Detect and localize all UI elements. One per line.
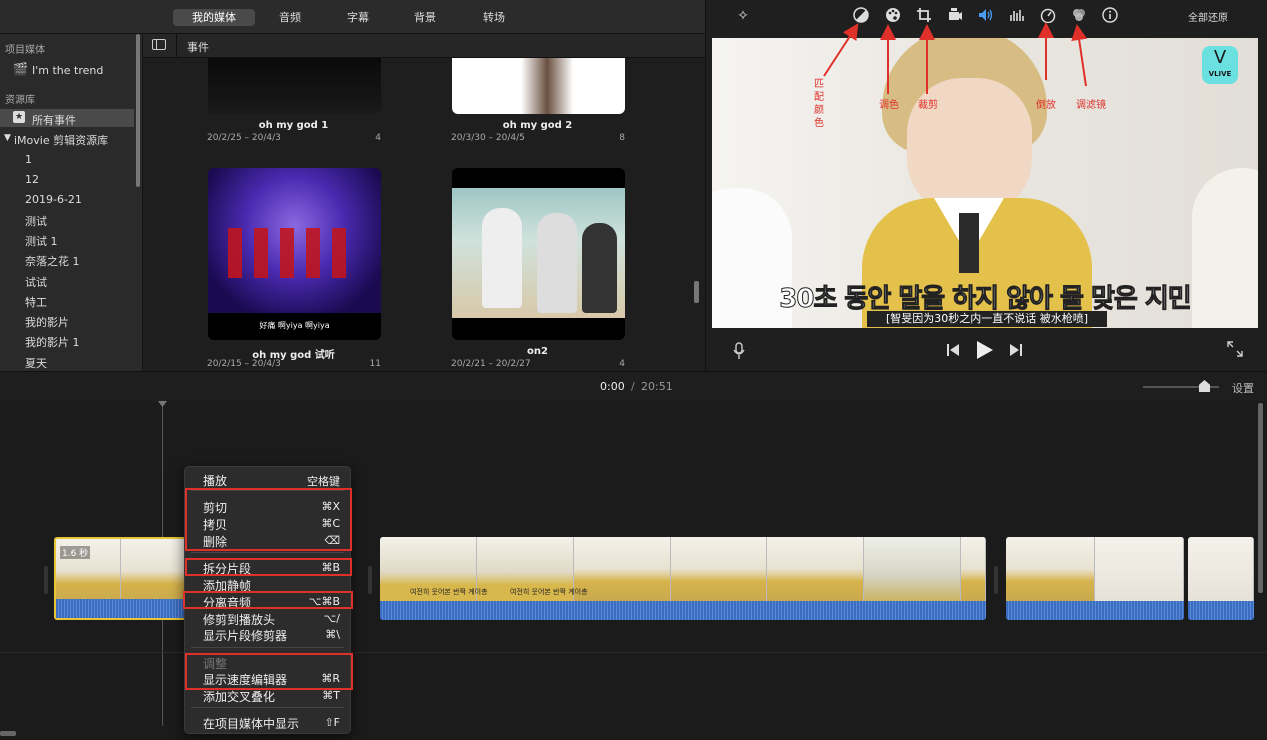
timecode-total: 20:51 xyxy=(641,380,673,393)
sidebar-event-item[interactable]: 夏天 xyxy=(25,355,47,371)
timecode-current: 0:00 xyxy=(600,380,625,393)
highlight-box xyxy=(183,591,353,609)
sidebar-event-item[interactable]: 2019-6-21 xyxy=(25,193,82,206)
annotation-color: 调色 xyxy=(879,100,899,111)
highlight-box xyxy=(185,558,352,576)
annotation-arrows xyxy=(823,22,1088,94)
settings-button[interactable]: 设置 xyxy=(1232,380,1254,396)
event-thumbnail[interactable]: 好痛 啊yiya 啊yiya xyxy=(208,168,381,340)
timeline-toolbar: 0:00 / 20:51 设置 xyxy=(0,371,1267,401)
fullscreen-icon[interactable] xyxy=(1227,341,1243,360)
menu-shortcut: ⌘\ xyxy=(325,628,340,641)
zoom-slider-thumb[interactable] xyxy=(1199,380,1210,392)
annotation-reverse: 倒放 xyxy=(1036,100,1056,111)
menu-item-reveal-in-project-media[interactable]: 在项目媒体中显示 xyxy=(203,715,299,732)
menu-item-play[interactable]: 播放 xyxy=(203,472,227,489)
annotation-match-color: 匹配颜色 xyxy=(814,79,824,129)
sidebar-event-item[interactable]: 测试 xyxy=(25,213,47,229)
event-title: on2 xyxy=(527,346,548,357)
menu-item-trim-to-playhead[interactable]: 修剪到播放头 xyxy=(203,611,275,628)
timeline-clip[interactable]: 여전히 웃어본 반짝 계이총 여전히 웃어본 반짝 계이총 xyxy=(380,537,986,620)
play-icon[interactable] xyxy=(976,340,994,363)
sidebar-event-item[interactable]: 我的影片 1 xyxy=(25,334,80,350)
timeline-clip-selected[interactable]: 1.6 秒 xyxy=(54,537,188,620)
skip-forward-icon[interactable] xyxy=(1009,343,1023,360)
timeline-clip[interactable] xyxy=(1006,537,1184,620)
video-subtitle-korean: 30초 동안 말을 하지 않아 물 맞은 지민 xyxy=(779,284,1192,315)
sidebar-event-item[interactable]: 测试 1 xyxy=(25,233,58,249)
annotation-crop: 裁剪 xyxy=(918,100,938,111)
thumbnail-caption: 好痛 啊yiya 啊yiya xyxy=(259,321,330,330)
timeline-scrollbar[interactable] xyxy=(1258,403,1263,593)
sidebar-event-item[interactable]: 12 xyxy=(25,173,39,186)
timeline-clip[interactable] xyxy=(1188,537,1254,620)
sidebar-event-item[interactable]: 试试 xyxy=(25,274,47,290)
menu-shortcut: 空格键 xyxy=(307,475,340,488)
clip-handle[interactable] xyxy=(368,566,372,594)
sidebar-event-item[interactable]: 奈落之花 1 xyxy=(25,253,80,269)
menu-item-add-cross-dissolve[interactable]: 添加交叉叠化 xyxy=(203,688,275,705)
clip-handle[interactable] xyxy=(994,566,998,594)
sidebar-event-item[interactable]: 特工 xyxy=(25,294,47,310)
timeline-hscrollbar[interactable] xyxy=(0,731,16,736)
menu-shortcut: ⇧F xyxy=(324,716,340,729)
menu-shortcut: ⌥/ xyxy=(323,612,340,625)
menu-shortcut: ⌘T xyxy=(322,689,340,702)
playhead-handle[interactable] xyxy=(158,401,167,407)
skip-back-icon[interactable] xyxy=(946,343,960,360)
video-subtitle-chinese: [智旻因为30秒之内一直不说话 被水枪喷] xyxy=(867,311,1107,327)
event-thumbnail[interactable] xyxy=(452,168,625,340)
menu-item-show-clip-trimmer[interactable]: 显示片段修剪器 xyxy=(203,627,287,644)
microphone-icon[interactable] xyxy=(733,342,745,363)
sidebar-event-item[interactable]: 1 xyxy=(25,153,32,166)
event-date: 20/2/15 – 20/4/3 xyxy=(207,359,281,369)
sidebar-event-item[interactable]: 我的影片 xyxy=(25,314,69,330)
event-count: 11 xyxy=(369,359,381,369)
clip-frame-caption: 여전히 웃어본 반짝 계이총 xyxy=(510,588,588,596)
event-date: 20/2/21 – 20/2/27 xyxy=(451,359,531,369)
highlight-box xyxy=(185,653,353,690)
annotation-filter: 调滤镜 xyxy=(1076,100,1106,111)
clip-handle[interactable] xyxy=(44,566,48,594)
clip-duration-label: 1.6 秒 xyxy=(60,546,91,559)
event-count: 4 xyxy=(619,359,625,369)
highlight-box xyxy=(185,488,352,551)
timecode-separator: / xyxy=(631,380,635,393)
browser-scrollbar[interactable] xyxy=(694,281,699,303)
clip-frame-caption: 여전히 웃어본 반짝 계이총 xyxy=(410,588,488,596)
